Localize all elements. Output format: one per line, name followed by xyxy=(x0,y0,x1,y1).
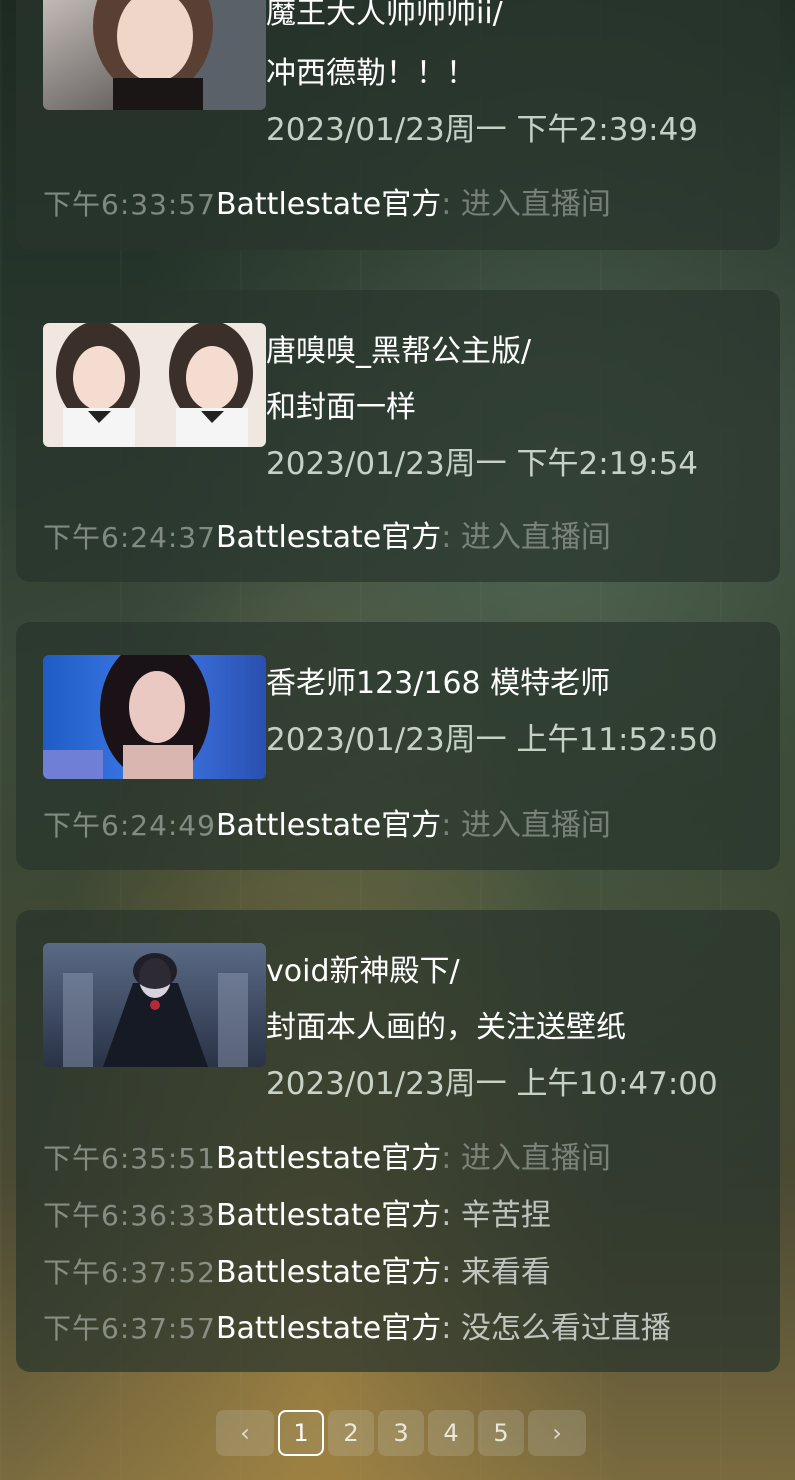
stream-datetime: 2023/01/23周一 上午10:47:00 xyxy=(266,1066,718,1102)
chat-text: 辛苦捏 xyxy=(460,1198,551,1233)
chat-time: 下午6:35:51 xyxy=(43,1142,216,1175)
stream-card[interactable]: 香老师123/168 模特老师 2023/01/23周一 上午11:52:50 … xyxy=(16,622,780,870)
pagination: ‹ 1 2 3 4 5 › xyxy=(216,1410,586,1460)
chat-text: 没怎么看过直播 xyxy=(460,1311,671,1346)
chat-message: 下午6:37:57Battlestate官方: 没怎么看过直播 xyxy=(43,1309,671,1349)
stream-title: void新神殿下/ xyxy=(266,954,460,989)
chat-user: Battlestate官方 xyxy=(215,1311,442,1346)
chat-message: 下午6:33:57Battlestate官方: 进入直播间 xyxy=(43,185,611,225)
chat-separator: : xyxy=(441,1255,461,1290)
stream-subtitle: 冲西德勒！！！ xyxy=(266,56,476,91)
chat-separator: : xyxy=(441,520,461,555)
chat-message: 下午6:36:33Battlestate官方: 辛苦捏 xyxy=(43,1196,551,1236)
chat-message: 下午6:24:37Battlestate官方: 进入直播间 xyxy=(43,518,611,558)
stream-card[interactable]: 魔王大人帅帅帅ii/ 冲西德勒！！！ 2023/01/23周一 下午2:39:4… xyxy=(16,0,780,250)
prev-page-button[interactable]: ‹ xyxy=(216,1410,274,1456)
stream-card[interactable]: void新神殿下/ 封面本人画的，关注送壁纸 2023/01/23周一 上午10… xyxy=(16,910,780,1372)
chat-time: 下午6:37:52 xyxy=(43,1256,216,1289)
chat-separator: : xyxy=(441,808,461,843)
chat-time: 下午6:33:57 xyxy=(43,188,216,221)
page-button-5[interactable]: 5 xyxy=(478,1410,524,1456)
chat-separator: : xyxy=(441,187,461,222)
chat-time: 下午6:36:33 xyxy=(43,1199,216,1232)
stream-subtitle: 和封面一样 xyxy=(266,390,416,425)
chat-text: 进入直播间 xyxy=(460,808,611,843)
chat-text: 来看看 xyxy=(460,1255,551,1290)
page-button-3[interactable]: 3 xyxy=(378,1410,424,1456)
next-page-button[interactable]: › xyxy=(528,1410,586,1456)
chat-text: 进入直播间 xyxy=(460,1141,611,1176)
stream-datetime: 2023/01/23周一 上午11:52:50 xyxy=(266,722,718,758)
chat-message: 下午6:35:51Battlestate官方: 进入直播间 xyxy=(43,1139,611,1179)
chat-time: 下午6:24:37 xyxy=(43,521,216,554)
chat-time: 下午6:37:57 xyxy=(43,1312,216,1345)
chat-user: Battlestate官方 xyxy=(215,187,442,222)
chat-separator: : xyxy=(441,1198,461,1233)
stream-title: 香老师123/168 模特老师 xyxy=(266,666,611,701)
stream-datetime: 2023/01/23周一 下午2:19:54 xyxy=(266,446,699,482)
page-button-4[interactable]: 4 xyxy=(428,1410,474,1456)
stream-card[interactable]: 唐嗅嗅_黑帮公主版/ 和封面一样 2023/01/23周一 下午2:19:54 … xyxy=(16,290,780,582)
chat-user: Battlestate官方 xyxy=(215,1141,442,1176)
chat-user: Battlestate官方 xyxy=(215,520,442,555)
chat-separator: : xyxy=(441,1141,461,1176)
stream-datetime: 2023/01/23周一 下午2:39:49 xyxy=(266,112,699,148)
chat-text: 进入直播间 xyxy=(460,520,611,555)
stream-title: 唐嗅嗅_黑帮公主版/ xyxy=(266,334,532,369)
stream-thumbnail[interactable] xyxy=(43,655,266,779)
chat-separator: : xyxy=(441,1311,461,1346)
stream-subtitle: 封面本人画的，关注送壁纸 xyxy=(266,1010,626,1045)
chat-message: 下午6:24:49Battlestate官方: 进入直播间 xyxy=(43,806,611,846)
chat-message: 下午6:37:52Battlestate官方: 来看看 xyxy=(43,1253,551,1293)
stream-thumbnail[interactable] xyxy=(43,323,266,447)
page-button-2[interactable]: 2 xyxy=(328,1410,374,1456)
stream-title: 魔王大人帅帅帅ii/ xyxy=(266,0,503,31)
page-button-1[interactable]: 1 xyxy=(278,1410,324,1456)
stream-thumbnail[interactable] xyxy=(43,943,266,1067)
stream-thumbnail[interactable] xyxy=(43,0,266,110)
chat-user: Battlestate官方 xyxy=(215,808,442,843)
chat-user: Battlestate官方 xyxy=(215,1198,442,1233)
chat-time: 下午6:24:49 xyxy=(43,809,216,842)
chat-user: Battlestate官方 xyxy=(215,1255,442,1290)
chat-text: 进入直播间 xyxy=(460,187,611,222)
